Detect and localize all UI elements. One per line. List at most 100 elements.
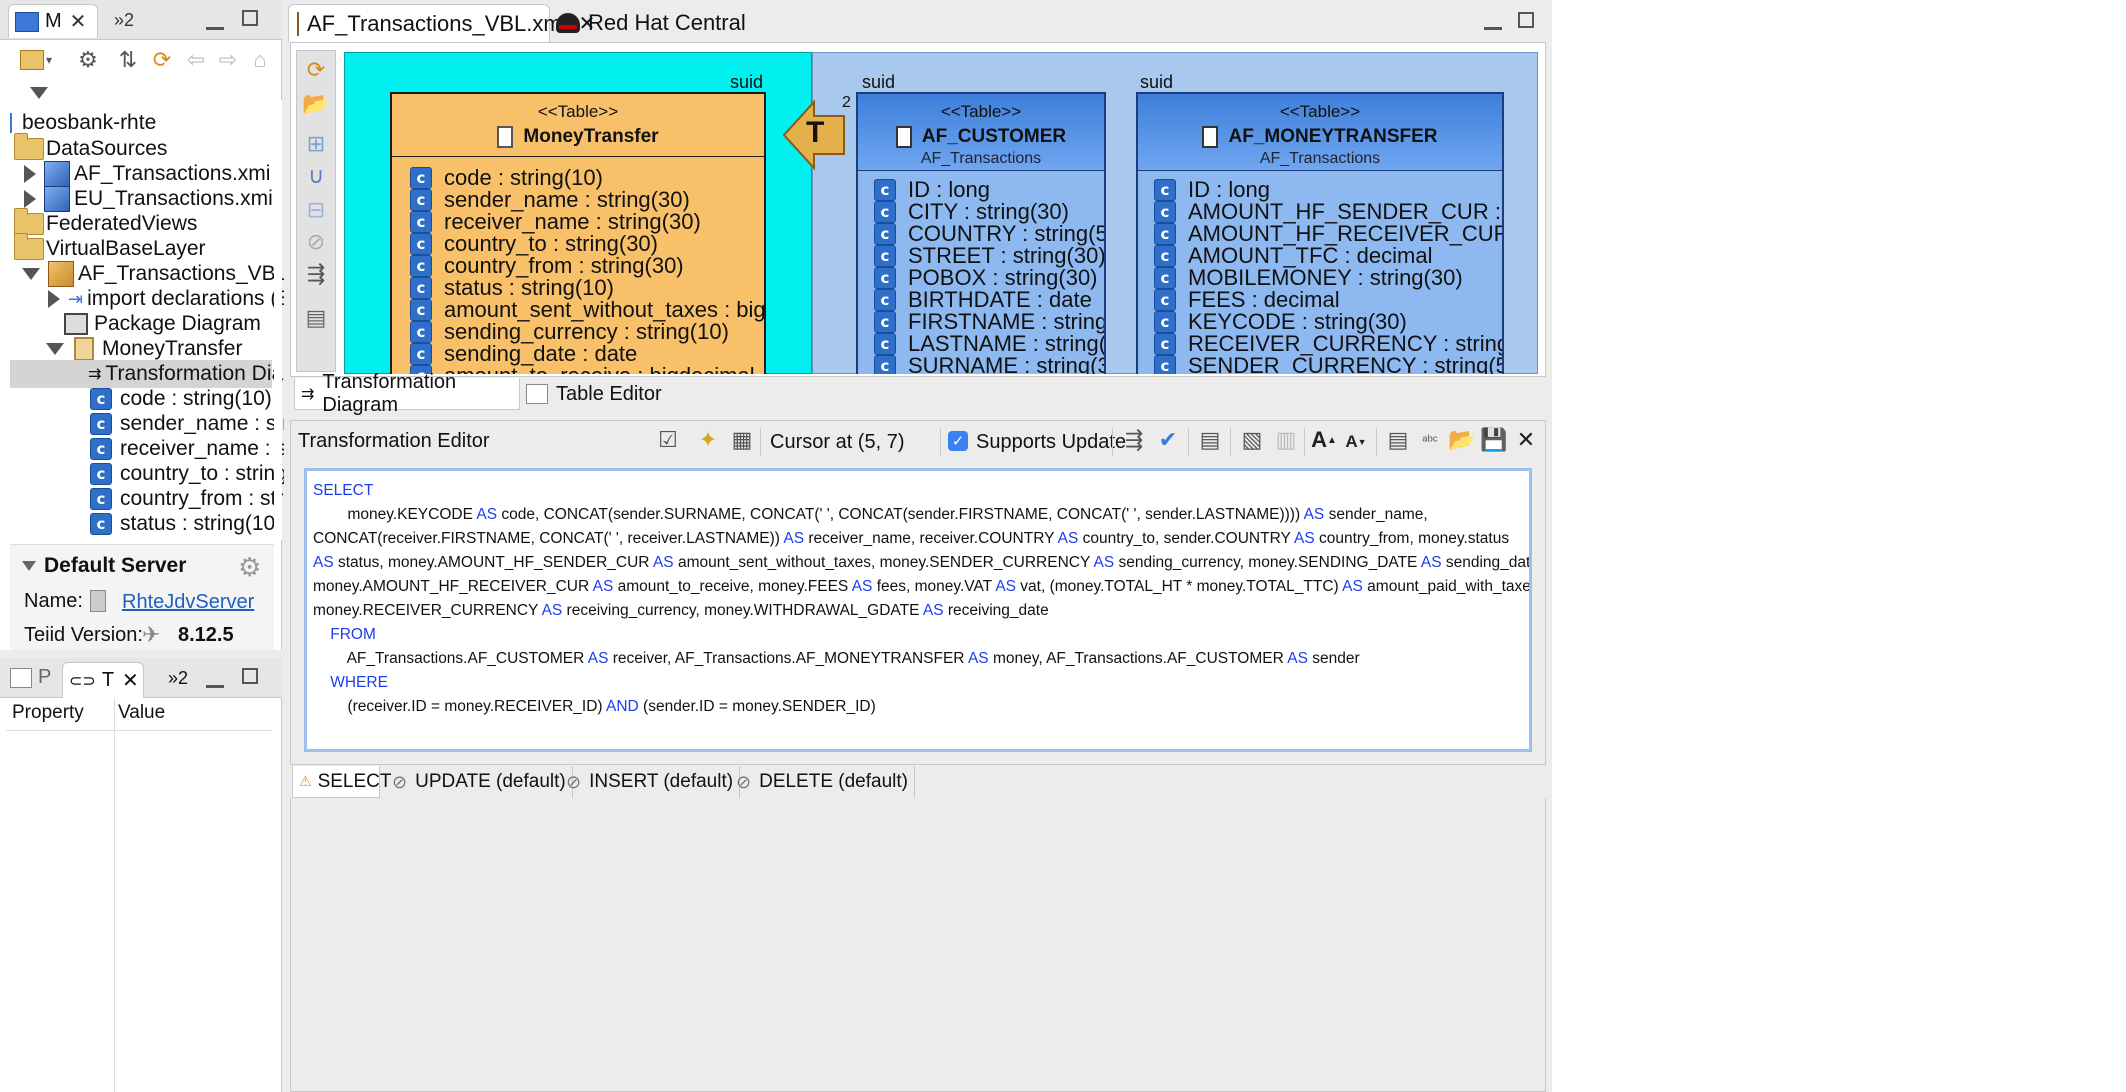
server-name-label: Name: bbox=[24, 590, 83, 612]
sql-text: receiving_date bbox=[943, 602, 1049, 619]
check-icon[interactable]: ✔ bbox=[1152, 424, 1184, 456]
properties-tab[interactable]: P bbox=[10, 666, 51, 689]
collapse-arrow-icon[interactable] bbox=[22, 268, 40, 280]
mapping-icon[interactable]: ⇶ bbox=[1118, 424, 1150, 456]
sql-text: code, CONCAT(sender.SURNAME, CONCAT(' ',… bbox=[497, 506, 1304, 523]
build-icon[interactable]: ⚙ bbox=[72, 44, 104, 76]
gear-icon[interactable]: ⚙ bbox=[238, 552, 261, 583]
tab-update[interactable]: ⊘ UPDATE (default) bbox=[386, 766, 573, 798]
column-icon: c bbox=[1154, 311, 1176, 333]
maximize-icon[interactable] bbox=[242, 668, 258, 684]
tab-table-editor[interactable]: Table Editor bbox=[526, 378, 662, 410]
moneytransfer-table[interactable]: <<Table>> MoneyTransfer c code : string(1… bbox=[390, 92, 766, 374]
export-sql-icon[interactable]: ▥ bbox=[1270, 424, 1302, 456]
sql-text: (receiver.ID = money.RECEIVER_ID) bbox=[313, 698, 607, 715]
package-diagram-icon bbox=[64, 313, 88, 335]
af-customer-table[interactable]: <<Table>> AF_CUSTOMER AF_Transactions cI… bbox=[856, 92, 1106, 374]
suid-label: suid bbox=[1140, 72, 1174, 92]
mapping-icon[interactable]: ⇶ bbox=[300, 258, 332, 290]
back-arrow-icon[interactable]: ⇦ bbox=[180, 44, 212, 76]
collapse-arrow-icon[interactable] bbox=[46, 343, 64, 355]
remove-source-icon[interactable]: ⊟ bbox=[300, 194, 332, 226]
new-model-icon[interactable]: ▾ bbox=[20, 44, 52, 76]
column-label: SURNAME : string(30) bbox=[908, 353, 1104, 374]
table-editor-icon bbox=[526, 384, 548, 404]
format-icon[interactable]: ▤ bbox=[1382, 424, 1414, 456]
transformation-diagram-icon: ⇉ bbox=[301, 385, 315, 403]
find-replace-icon[interactable]: ᵃᵇᶜ bbox=[1414, 424, 1446, 456]
minimize-icon[interactable] bbox=[206, 668, 224, 688]
tab-insert[interactable]: ⊘ INSERT (default) bbox=[560, 766, 741, 798]
column-icon: c bbox=[410, 189, 432, 211]
column-row[interactable]: c SURNAME : string(30) bbox=[874, 351, 1104, 374]
minimize-icon[interactable] bbox=[206, 10, 224, 30]
minimize-icon[interactable] bbox=[1484, 10, 1502, 30]
table-name: AF_MONEYTRANSFER bbox=[1228, 126, 1438, 147]
save-diagram-icon[interactable]: ▤ bbox=[300, 302, 332, 334]
sql-line: money.KEYCODE AS code, CONCAT(sender.SUR… bbox=[313, 503, 1529, 527]
view-menu-icon[interactable] bbox=[30, 86, 48, 104]
decrease-font-icon[interactable]: A ▼ bbox=[1340, 426, 1372, 458]
columns-list: c code : string(10) c sender_name : string… bbox=[392, 157, 764, 374]
model-explorer-tab[interactable]: M ✕ bbox=[8, 4, 98, 38]
import-sql-icon[interactable]: ▧ bbox=[1236, 424, 1268, 456]
server-name-link[interactable]: RhteJdvServer bbox=[122, 591, 254, 614]
sql-icon[interactable]: ▤ bbox=[1194, 424, 1226, 456]
disabled-icon: ⊘ bbox=[566, 771, 582, 792]
close-icon[interactable]: ✕ bbox=[122, 668, 139, 693]
sql-keyword: AS bbox=[1342, 578, 1363, 595]
reconcile-icon[interactable]: ▦ bbox=[726, 424, 758, 456]
increase-font-icon[interactable]: A ▲ bbox=[1308, 424, 1340, 456]
sql-keyword: AS bbox=[967, 650, 989, 667]
af-moneytransfer-table[interactable]: <<Table>> AF_MONEYTRANSFER AF_Transactio… bbox=[1136, 92, 1504, 374]
property-column-header[interactable]: Property bbox=[12, 702, 84, 724]
overflow-tabs-button[interactable]: »2 bbox=[114, 10, 134, 31]
columns-list: c ID : long c CITY : string(30) c COUNTRY :… bbox=[858, 171, 1104, 374]
add-source-icon[interactable]: ⊞ bbox=[300, 128, 332, 160]
table-stereotype: <<Table>> bbox=[940, 102, 1022, 121]
expand-arrow-icon[interactable] bbox=[48, 290, 60, 308]
project-icon bbox=[10, 113, 16, 133]
editor-tab-active[interactable]: AF_Transactions_VBL.xmi ✕ bbox=[288, 4, 595, 42]
column-row[interactable]: c SENDER_CURRENCY : string(5) bbox=[1154, 351, 1502, 374]
folder-open-icon bbox=[14, 233, 44, 260]
sql-keyword: AS bbox=[1057, 530, 1079, 547]
tasks-tab[interactable]: ⊂⊃ T ✕ bbox=[62, 662, 144, 698]
sql-keyword: SELECT bbox=[313, 482, 374, 499]
sql-editor[interactable]: SELECT money.KEYCODE AS code, CONCAT(sen… bbox=[304, 468, 1532, 752]
folder-open-icon bbox=[14, 208, 44, 235]
validate-icon[interactable]: ☑ bbox=[652, 424, 684, 456]
expand-arrow-icon[interactable] bbox=[24, 165, 36, 183]
close-icon[interactable]: ✕ bbox=[1510, 424, 1542, 456]
column-icon: c bbox=[90, 413, 112, 435]
maximize-icon[interactable] bbox=[242, 10, 258, 26]
save-icon[interactable]: 💾 bbox=[1478, 424, 1510, 456]
sync-icon[interactable]: ⟳ bbox=[146, 44, 178, 76]
tree-item-label: Package Diagram bbox=[94, 312, 261, 335]
maximize-icon[interactable] bbox=[1518, 12, 1534, 28]
expand-arrow-icon[interactable] bbox=[24, 190, 36, 208]
open-icon[interactable]: 📂 bbox=[1446, 424, 1478, 456]
clear-icon[interactable]: ⊘ bbox=[300, 226, 332, 258]
supports-update-checkbox[interactable]: ✓ bbox=[948, 431, 968, 451]
tree-item-column[interactable]: c status : string(10) bbox=[90, 509, 282, 539]
tab-select[interactable]: ⚠ SELECT bbox=[292, 766, 391, 798]
overflow-tabs-button[interactable]: »2 bbox=[168, 668, 188, 689]
open-folder-icon[interactable]: 📂 bbox=[300, 88, 332, 120]
value-column-header[interactable]: Value bbox=[118, 702, 165, 724]
editor-tab-red-hat-central[interactable]: Red Hat Central bbox=[556, 6, 746, 40]
forward-arrow-icon[interactable]: ⇨ bbox=[212, 44, 244, 76]
tab-label: INSERT (default) bbox=[589, 771, 734, 792]
home-icon[interactable]: ⌂ bbox=[244, 44, 276, 76]
sql-text: country_from, money.status bbox=[1314, 530, 1510, 547]
optimize-icon[interactable]: ✦ bbox=[692, 424, 724, 456]
refresh-icon[interactable]: ⟳ bbox=[300, 54, 332, 86]
sql-keyword: AS bbox=[476, 506, 498, 523]
union-icon[interactable]: ∪ bbox=[300, 160, 332, 192]
sort-icon[interactable]: ⇅ bbox=[112, 44, 144, 76]
tab-delete[interactable]: ⊘ DELETE (default) bbox=[730, 766, 915, 798]
server-collapse-icon[interactable] bbox=[22, 558, 36, 576]
close-icon[interactable]: ✕ bbox=[70, 9, 87, 34]
tab-transformation-diagram[interactable]: ⇉ Transformation Diagram bbox=[294, 371, 520, 416]
